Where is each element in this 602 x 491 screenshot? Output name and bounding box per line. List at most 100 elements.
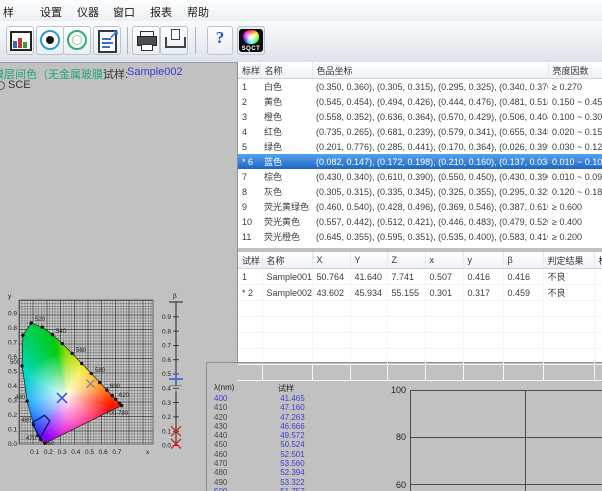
menu-item-partial[interactable]: 样	[3, 4, 14, 20]
standard-coordinates: (0.460, 0.540), (0.428, 0.496), (0.369, …	[312, 199, 548, 214]
standard-coordinates: (0.430, 0.340), (0.610, 0.390), (0.550, …	[312, 169, 548, 184]
samples-column-header: y	[463, 252, 503, 269]
samples-table-row[interactable]: * 2 Sample002 43.602 45.934 55.155 0.301…	[238, 285, 602, 301]
beta-axis-letter: β	[173, 293, 177, 300]
spectral-row: 460 52.501	[214, 450, 374, 459]
spectral-row: 490 53.322	[214, 478, 374, 487]
sample-label: 试样:	[103, 66, 128, 82]
reflectance-value: 53.322	[280, 478, 304, 487]
samples-column-header: β	[503, 252, 543, 269]
standard-id: 3	[238, 109, 260, 124]
standards-table-row[interactable]: 11 荧光橙色 (0.645, 0.355), (0.595, 0.351), …	[238, 229, 602, 244]
svg-text:0.6: 0.6	[99, 449, 108, 456]
svg-text:0.2: 0.2	[162, 414, 171, 421]
menu-item-report[interactable]: 报表	[150, 4, 172, 20]
svg-text:0.7: 0.7	[8, 340, 17, 347]
standard-luminance-factor: ≥ 0.200	[548, 229, 602, 244]
sample-beta: 0.459	[503, 285, 543, 301]
sample-column-header: 试样	[278, 383, 294, 394]
cie-horseshoe-gamut	[19, 300, 153, 444]
spectral-row: 430 46.666	[214, 422, 374, 431]
save-output-button[interactable]	[160, 26, 188, 55]
standard-id: 7	[238, 169, 260, 184]
standards-column-header: 标样	[238, 62, 260, 79]
standards-table-row[interactable]: 7 棕色 (0.430, 0.340), (0.610, 0.390), (0.…	[238, 169, 602, 184]
wavelength-value: 440	[214, 431, 278, 440]
standards-table-row[interactable]: 1 白色 (0.350, 0.360), (0.305, 0.315), (0.…	[238, 79, 602, 95]
standard-luminance-factor: ≥ 0.400	[548, 214, 602, 229]
standards-table-row[interactable]: 10 荧光黄色 (0.557, 0.442), (0.512, 0.421), …	[238, 214, 602, 229]
sample-X: 43.602	[312, 285, 350, 301]
toolbar-separator	[195, 27, 196, 54]
standard-luminance-factor: 0.120 ~ 0.180	[548, 184, 602, 199]
svg-text:0.8: 0.8	[8, 325, 17, 332]
beta-scale: β 0.9 0.8 0.7 0.6 0.5 0.4 0.3 0.2 0.1 0.…	[162, 293, 183, 450]
print-button[interactable]	[132, 26, 160, 55]
standard-coordinates: (0.735, 0.265), (0.681, 0.239), (0.579, …	[312, 124, 548, 139]
standards-table-row[interactable]: 5 绿色 (0.201, 0.776), (0.285, 0.441), (0.…	[238, 139, 602, 154]
standard-name: 荧光黄绿色	[260, 199, 312, 214]
standard-id: 4	[238, 124, 260, 139]
standard-id: * 6	[238, 154, 260, 169]
standards-table-row[interactable]: 9 荧光黄绿色 (0.460, 0.540), (0.428, 0.496), …	[238, 199, 602, 214]
samples-table-row[interactable]: 1 Sample001 50.764 41.640 7.741 0.507 0.…	[238, 269, 602, 285]
chromaticity-grid	[19, 300, 153, 444]
menu-item-help[interactable]: 帮助	[187, 4, 209, 20]
help-button[interactable]: ?	[207, 26, 233, 55]
svg-text:0.0: 0.0	[162, 443, 171, 450]
spectral-row: 450 50.524	[214, 440, 374, 449]
wavelength-value: 420	[214, 413, 278, 422]
sqct-logo-button[interactable]: SQCT	[237, 26, 265, 55]
standards-table-header-row: 标样名称色品坐标亮度因数	[238, 62, 602, 79]
target-circle-icon	[40, 30, 60, 50]
standards-column-header: 名称	[260, 62, 312, 79]
standards-table-row[interactable]: 8 灰色 (0.305, 0.315), (0.335, 0.345), (0.…	[238, 184, 602, 199]
chart-vertical-gridline	[525, 390, 526, 491]
samples-table-header-row: 试样名称XYZxyβ判定结果标样	[238, 252, 602, 269]
x-axis-letter: x	[146, 449, 150, 456]
standards-table: 标样名称色品坐标亮度因数 1 白色 (0.350, 0.360), (0.305…	[238, 62, 602, 244]
svg-text:0.3: 0.3	[162, 400, 171, 407]
sample-judgement: 不良	[543, 269, 594, 285]
standard-coordinates: (0.557, 0.442), (0.512, 0.421), (0.446, …	[312, 214, 548, 229]
wavelength-value: 400	[214, 394, 278, 403]
menu-item-instrument[interactable]: 仪器	[77, 4, 99, 20]
reflectance-value: 52.394	[280, 468, 304, 477]
sample-Y: 45.934	[350, 285, 387, 301]
export-report-button[interactable]: ↗	[93, 26, 121, 55]
standards-table-row[interactable]: 4 红色 (0.735, 0.265), (0.681, 0.239), (0.…	[238, 124, 602, 139]
reflectance-value: 49.572	[280, 431, 304, 440]
standards-table-row[interactable]: 3 橙色 (0.558, 0.352), (0.636, 0.364), (0.…	[238, 109, 602, 124]
sample-Z: 7.741	[387, 269, 425, 285]
standard-coordinates: (0.350, 0.360), (0.305, 0.315), (0.295, …	[312, 79, 548, 95]
reflectance-value: 41.465	[280, 394, 304, 403]
standards-table-row[interactable]: * 6 蓝色 (0.082, 0.147), (0.172, 0.198), (…	[238, 154, 602, 169]
sample-x: 0.507	[425, 269, 463, 285]
sample-name: Sample002	[262, 285, 312, 301]
reflectance-value: 50.524	[280, 440, 304, 449]
svg-text:0.2: 0.2	[8, 412, 17, 419]
measure-sample-button[interactable]	[63, 26, 91, 55]
sample-judgement: 不良	[543, 285, 594, 301]
standard-name: 黄色	[260, 94, 312, 109]
svg-text:0.2: 0.2	[44, 449, 53, 456]
svg-text:0.4: 0.4	[162, 386, 171, 393]
measure-standard-button[interactable]	[36, 26, 64, 55]
beta-limit-markers	[171, 426, 181, 448]
spectral-row: 400 41.465	[214, 394, 374, 403]
sqct-logo-icon: SQCT	[239, 29, 263, 52]
svg-text:0.3: 0.3	[8, 398, 17, 405]
svg-text:0.9: 0.9	[8, 311, 17, 318]
svg-text:0.4: 0.4	[8, 383, 17, 390]
standard-name: 橙色	[260, 109, 312, 124]
measurement-mode-value: SCE	[8, 79, 31, 91]
menu-item-window[interactable]: 窗口	[113, 4, 135, 20]
chart-view-button[interactable]	[6, 26, 34, 55]
y-axis-ticks: 0.9 0.8 0.7 0.6 0.5 0.4 0.3 0.2 0.1 0.0	[8, 311, 17, 449]
wavelength-column-header: λ(nm)	[214, 383, 234, 392]
samples-column-header: 名称	[262, 252, 312, 269]
standards-table-row[interactable]: 2 黄色 (0.545, 0.454), (0.494, 0.426), (0.…	[238, 94, 602, 109]
menu-item-settings[interactable]: 设置	[40, 4, 62, 20]
question-mark-icon: ?	[208, 28, 232, 48]
sample-y: 0.416	[463, 269, 503, 285]
